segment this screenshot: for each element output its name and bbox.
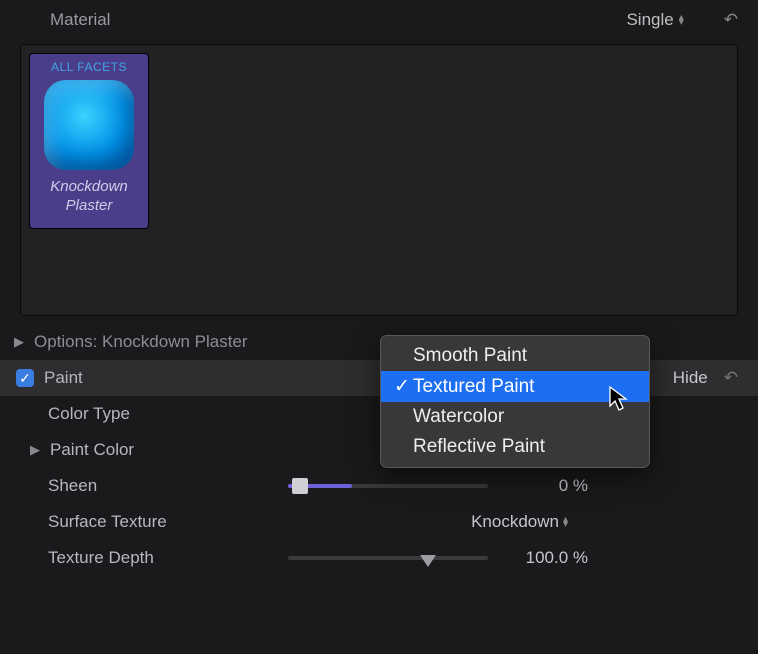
disclosure-right-icon: ▶ xyxy=(14,334,28,350)
inspector-header: Material Single ▴▾ ↶ xyxy=(0,0,758,40)
check-icon: ✓ xyxy=(391,375,413,398)
header-controls: Single ▴▾ ↶ xyxy=(626,10,738,30)
material-name: Knockdown Plaster xyxy=(34,178,144,216)
texture-depth-row: Texture Depth 100.0 % xyxy=(0,540,758,576)
paint-checkbox[interactable]: ✓ xyxy=(16,369,34,387)
material-swatch-icon xyxy=(44,80,134,170)
texture-depth-value[interactable]: 100.0 % xyxy=(508,548,588,568)
color-type-label: Color Type xyxy=(48,404,130,424)
sheen-label: Sheen xyxy=(48,476,97,496)
menu-item-label: Smooth Paint xyxy=(413,345,527,367)
texture-depth-label: Texture Depth xyxy=(48,548,154,568)
chevron-up-down-icon: ▴▾ xyxy=(679,15,684,25)
section-title: Material xyxy=(50,10,110,30)
menu-item-reflective-paint[interactable]: Reflective Paint xyxy=(381,432,649,462)
menu-item-textured-paint[interactable]: ✓ Textured Paint xyxy=(381,371,649,402)
dropdown-value: Single xyxy=(626,10,673,30)
menu-item-label: Textured Paint xyxy=(413,376,534,398)
facets-label: ALL FACETS xyxy=(34,60,144,74)
disclosure-right-icon[interactable]: ▶ xyxy=(30,442,44,458)
material-mode-dropdown[interactable]: Single ▴▾ xyxy=(626,10,683,30)
options-label: Options: Knockdown Plaster xyxy=(34,332,248,352)
menu-item-smooth-paint[interactable]: Smooth Paint xyxy=(381,341,649,371)
paint-type-context-menu: Smooth Paint ✓ Textured Paint Watercolor… xyxy=(380,335,650,468)
material-well: ALL FACETS Knockdown Plaster xyxy=(20,44,738,316)
sheen-row: Sheen 0 % xyxy=(0,468,758,504)
texture-depth-slider[interactable] xyxy=(288,556,488,560)
surface-texture-dropdown[interactable]: Knockdown ▴▾ xyxy=(471,512,568,532)
paint-label: Paint xyxy=(44,368,83,388)
hide-button[interactable]: Hide xyxy=(673,368,708,388)
menu-item-label: Reflective Paint xyxy=(413,436,545,458)
surface-texture-label: Surface Texture xyxy=(48,512,167,532)
undo-icon[interactable]: ↶ xyxy=(724,368,738,388)
undo-icon[interactable]: ↶ xyxy=(724,10,738,30)
surface-texture-value: Knockdown xyxy=(471,512,559,532)
surface-texture-row: Surface Texture Knockdown ▴▾ xyxy=(0,504,758,540)
chevron-up-down-icon: ▴▾ xyxy=(563,517,568,527)
menu-item-watercolor[interactable]: Watercolor xyxy=(381,402,649,432)
sheen-value[interactable]: 0 % xyxy=(508,476,588,496)
material-card[interactable]: ALL FACETS Knockdown Plaster xyxy=(29,53,149,229)
paint-color-label: Paint Color xyxy=(50,440,134,460)
sheen-slider[interactable] xyxy=(288,484,488,488)
menu-item-label: Watercolor xyxy=(413,406,504,428)
